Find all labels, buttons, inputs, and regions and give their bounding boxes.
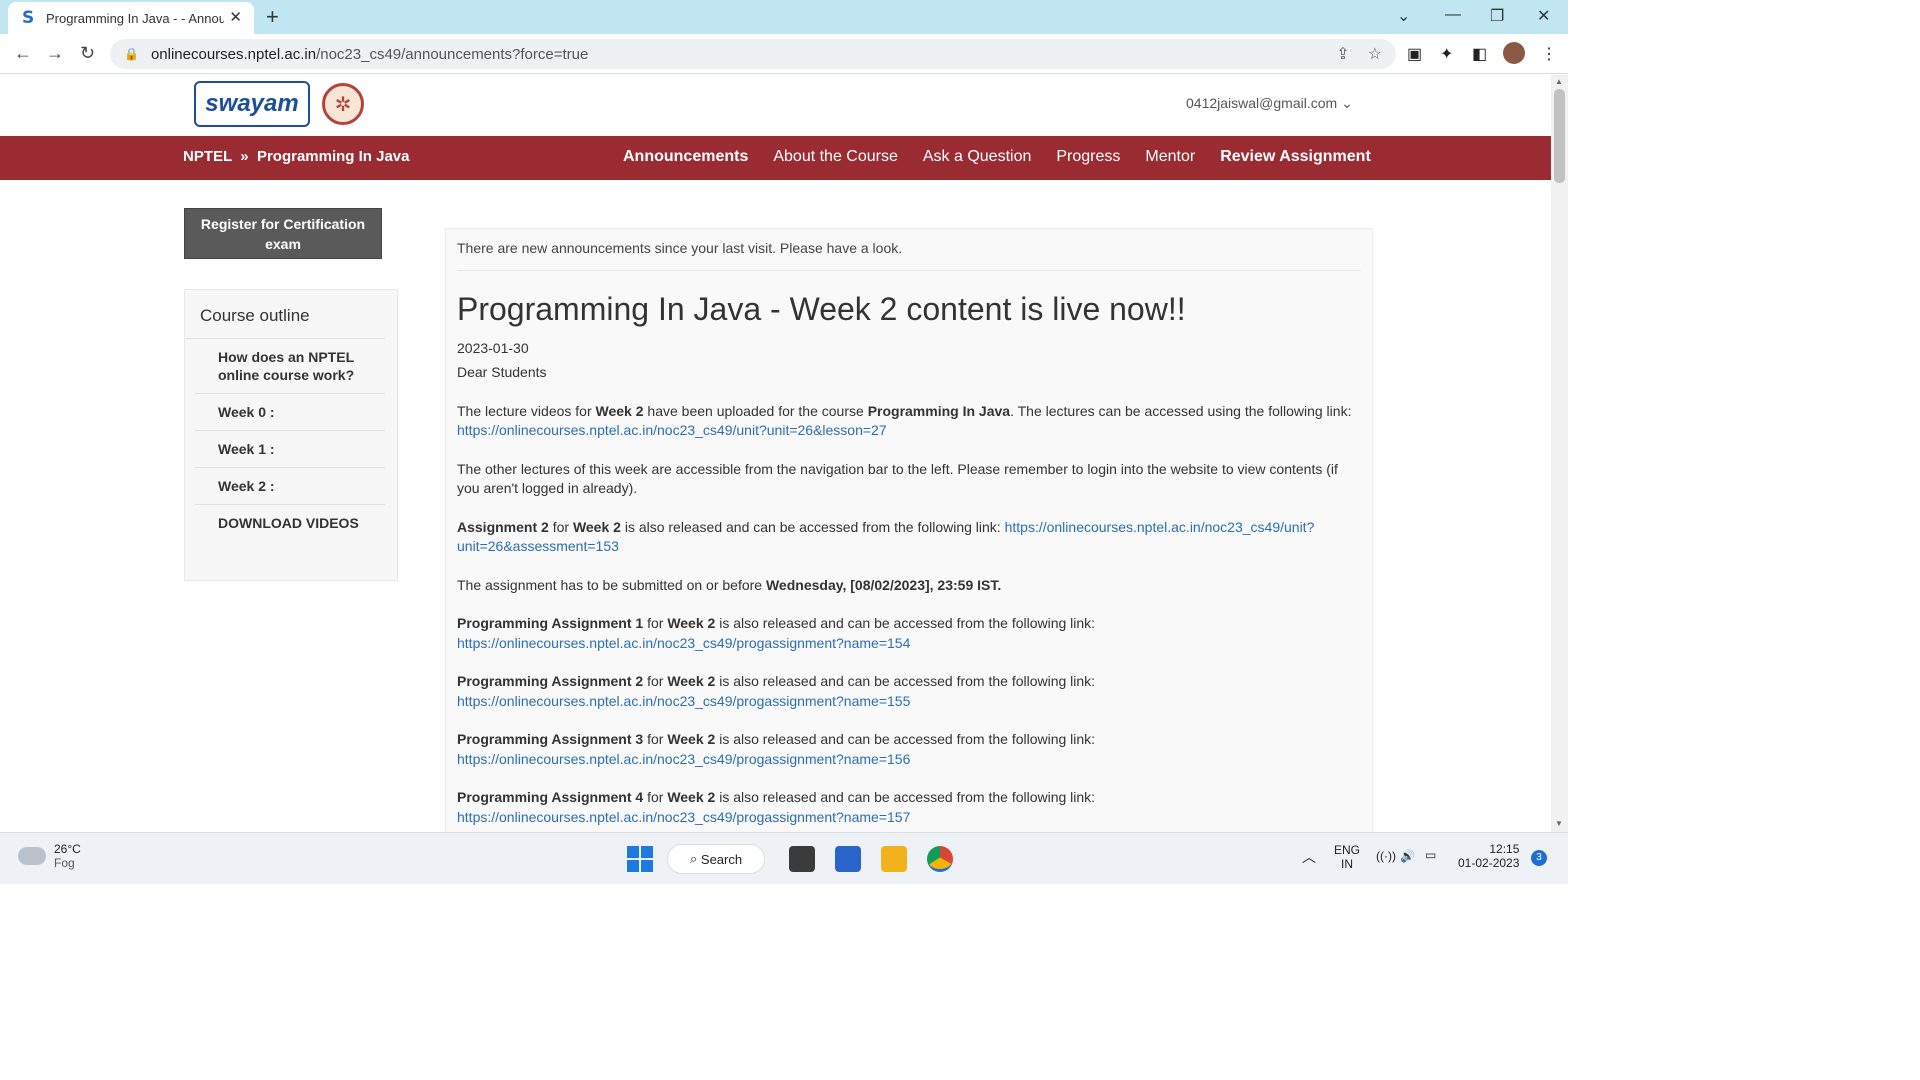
nav-mentor[interactable]: Mentor [1145,148,1195,166]
new-tab-icon[interactable]: + [266,4,279,30]
side-panel-icon[interactable]: ◧ [1472,44,1487,64]
course-outline: Course outline How does an NPTEL online … [184,289,398,581]
notification-badge[interactable]: 3 [1531,850,1547,866]
bookmark-star-icon[interactable]: ☆ [1368,44,1382,64]
paragraph-other-lectures: The other lectures of this week are acce… [457,460,1338,497]
battery-icon[interactable]: ▭ [1425,848,1436,862]
new-announcements-notice: There are new announcements since your l… [457,229,1361,271]
windows-taskbar: 26°C Fog ⌕ Search ︿ ENG IN ((·)) 🔊 ▭ 12:1… [0,832,1568,884]
paragraph-prog-assignment-2: Programming Assignment 2 for Week 2 is a… [457,673,1096,709]
wifi-icon[interactable]: ((·)) [1376,849,1396,863]
outline-item-week-0[interactable]: Week 0 : [195,394,385,431]
breadcrumb: NPTEL » Programming In Java [183,148,410,165]
clock[interactable]: 12:15 01-02-2023 [1458,842,1519,870]
prog-assignment-2-link[interactable]: https://onlinecourses.nptel.ac.in/noc23_… [457,693,910,709]
browser-menu-icon[interactable]: ⋮ [1541,44,1557,64]
input-language[interactable]: ENG IN [1334,843,1360,871]
task-view-icon[interactable] [789,846,815,872]
swayam-favicon-icon: S [22,8,35,28]
close-window-icon[interactable]: ✕ [1537,6,1550,26]
forward-icon[interactable]: → [46,43,64,64]
breadcrumb-nptel[interactable]: NPTEL [183,148,232,165]
extension-icon[interactable]: ▣ [1407,44,1422,64]
announcement-date: 2023-01-30 [457,340,529,356]
outline-item-week-1[interactable]: Week 1 : [195,431,385,468]
lecture-link[interactable]: https://onlinecourses.nptel.ac.in/noc23_… [457,422,887,438]
fog-cloud-icon [18,847,46,865]
course-navbar: NPTEL » Programming In Java Announcement… [0,136,1551,180]
page-scrollbar[interactable]: ▲ ▼ [1551,75,1568,832]
nav-review-assignment[interactable]: Review Assignment [1220,148,1371,166]
tab-title: Programming In Java - - Announcements [46,10,224,26]
main-nav: Announcements About the Course Ask a Que… [623,148,1396,166]
swayam-logo[interactable]: swayam [194,81,310,127]
taskbar-apps: ⌕ Search [627,844,963,874]
address-bar[interactable]: 🔒 onlinecourses.nptel.ac.in/noc23_cs49/a… [110,39,1396,69]
paragraph-prog-assignment-4: Programming Assignment 4 for Week 2 is a… [457,789,1096,825]
scroll-down-icon[interactable]: ▼ [1555,819,1563,828]
site-header: swayam ✲ 0412jaiswal@gmail.com ⌄ [0,75,1551,135]
nav-ask-question[interactable]: Ask a Question [923,148,1032,166]
close-tab-icon[interactable]: ✕ [229,8,242,26]
url-text: onlinecourses.nptel.ac.in/noc23_cs49/ann… [150,45,589,63]
browser-tab[interactable]: S Programming In Java - - Announcements … [8,2,254,34]
paragraph-assignment: Assignment 2 for Week 2 is also released… [457,518,1315,555]
greeting: Dear Students [457,364,547,380]
paragraph-lectures: The lecture videos for Week 2 have been … [457,402,1352,439]
volume-icon[interactable]: 🔊 [1400,849,1415,863]
notepad-icon[interactable] [835,846,861,872]
announcement-title: Programming In Java - Week 2 content is … [457,291,1186,327]
profile-avatar[interactable] [1503,42,1525,64]
reload-icon[interactable]: ↻ [80,43,95,64]
file-explorer-icon[interactable] [881,846,907,872]
weather-widget[interactable]: 26°C Fog [18,842,81,870]
register-certification-button[interactable]: Register for Certification exam [184,208,382,259]
minimize-icon[interactable]: — [1445,6,1461,24]
outline-item-week-2[interactable]: Week 2 : [195,468,385,505]
nptel-logo-icon[interactable]: ✲ [322,83,364,125]
chevron-down-icon: ⌄ [1341,95,1353,111]
breadcrumb-course[interactable]: Programming In Java [257,148,410,165]
prog-assignment-4-link[interactable]: https://onlinecourses.nptel.ac.in/noc23_… [457,809,910,825]
back-icon[interactable]: ← [14,43,32,64]
restore-icon[interactable]: ❐ [1490,6,1504,26]
announcements-panel: There are new announcements since your l… [445,228,1373,832]
paragraph-deadline: The assignment has to be submitted on or… [457,576,1002,593]
lock-icon[interactable]: 🔒 [124,47,139,61]
paragraph-prog-assignment-3: Programming Assignment 3 for Week 2 is a… [457,731,1096,767]
chrome-icon[interactable] [927,846,953,872]
outline-item-how-it-works[interactable]: How does an NPTEL online course work? [195,339,385,394]
nav-progress[interactable]: Progress [1056,148,1120,166]
browser-tab-strip: S Programming In Java - - Announcements … [0,0,1568,34]
share-icon[interactable]: ⇪ [1336,44,1349,64]
puzzle-extensions-icon[interactable]: ✦ [1440,44,1453,64]
taskbar-search[interactable]: ⌕ Search [667,844,765,874]
prog-assignment-1-link[interactable]: https://onlinecourses.nptel.ac.in/noc23_… [457,635,910,651]
prog-assignment-3-link[interactable]: https://onlinecourses.nptel.ac.in/noc23_… [457,751,910,767]
nav-announcements[interactable]: Announcements [623,148,748,166]
show-hidden-icons-chevron-icon[interactable]: ︿ [1302,847,1316,867]
scrollbar-thumb[interactable] [1554,89,1565,183]
paragraph-prog-assignment-1: Programming Assignment 1 for Week 2 is a… [457,615,1096,651]
web-page: swayam ✲ 0412jaiswal@gmail.com ⌄ NPTEL »… [0,75,1551,832]
nav-about-course[interactable]: About the Course [773,148,898,166]
tab-search-icon[interactable]: ⌄ [1397,6,1410,26]
windows-start-icon[interactable] [627,846,653,872]
browser-toolbar: ← → ↻ 🔒 onlinecourses.nptel.ac.in/noc23_… [0,34,1568,74]
outline-title: Course outline [185,290,385,339]
outline-item-download-videos[interactable]: DOWNLOAD VIDEOS [195,505,385,541]
user-account-menu[interactable]: 0412jaiswal@gmail.com ⌄ [1186,95,1353,112]
search-icon: ⌕ [690,851,701,866]
scroll-up-icon[interactable]: ▲ [1555,77,1563,86]
